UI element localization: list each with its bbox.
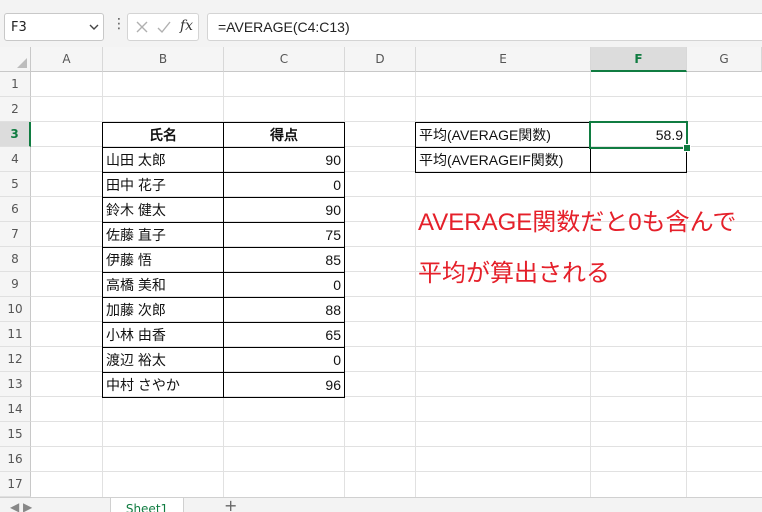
formula-input[interactable]: =AVERAGE(C4:C13) [207,13,762,41]
table-cell-name[interactable]: 高橋 美和 [102,272,224,298]
row-header-13[interactable]: 13 [0,372,31,397]
row-header-1[interactable]: 1 [0,72,31,97]
row-header-11[interactable]: 11 [0,322,31,347]
active-cell-selection[interactable] [589,121,688,149]
table-cell-name[interactable]: 佐藤 直子 [102,222,224,248]
annotation-line-1: AVERAGE関数だと0も含んで [418,209,737,236]
table-cell-name[interactable]: 小林 由香 [102,322,224,348]
table-cell-name[interactable]: 渡辺 裕太 [102,347,224,373]
column-header-d[interactable]: D [345,47,416,72]
table-cell-score[interactable]: 90 [223,147,345,173]
name-box[interactable]: F3 [4,13,104,41]
sheet-tab-bar: ◀ ▶ Sheet1 + [0,497,762,512]
table-cell-name[interactable]: 加藤 次郎 [102,297,224,323]
row-header-10[interactable]: 10 [0,297,31,322]
table-cell-score[interactable]: 90 [223,197,345,223]
sheet-tab[interactable]: Sheet1 [110,498,184,512]
row-header-5[interactable]: 5 [0,172,31,197]
row-header-7[interactable]: 7 [0,222,31,247]
row-header-14[interactable]: 14 [0,397,31,422]
cancel-icon[interactable] [134,19,150,35]
row-header-16[interactable]: 16 [0,447,31,472]
column-header-c[interactable]: C [224,47,345,72]
row-header-12[interactable]: 12 [0,347,31,372]
row-header-15[interactable]: 15 [0,422,31,447]
row-header-17[interactable]: 17 [0,472,31,497]
summary-label-average[interactable]: 平均(AVERAGE関数) [415,122,591,148]
table-cell-name[interactable]: 山田 太郎 [102,147,224,173]
table-cell-score[interactable]: 0 [223,172,345,198]
column-header-b[interactable]: B [103,47,224,72]
row-header-8[interactable]: 8 [0,247,31,272]
annotation-line-2: 平均が算出される [418,260,610,287]
table-cell-score[interactable]: 88 [223,297,345,323]
table-cell-score[interactable]: 65 [223,322,345,348]
more-icon[interactable]: ⋮ [112,17,126,31]
table-cell-name[interactable]: 鈴木 健太 [102,197,224,223]
row-header-9[interactable]: 9 [0,272,31,297]
summary-label-averageif[interactable]: 平均(AVERAGEIF関数) [415,147,591,173]
fill-handle[interactable] [683,144,691,152]
cell-area[interactable]: 氏名 得点 山田 太郎 90 田中 花子 0 鈴木 健太 90 佐藤 直子 75… [31,72,762,497]
select-all-corner[interactable] [0,47,31,72]
table-cell-score[interactable]: 0 [223,347,345,373]
table-cell-score[interactable]: 75 [223,222,345,248]
formula-buttons: fx [127,13,199,41]
table-cell-score[interactable]: 0 [223,272,345,298]
spreadsheet-grid: A B C D E F G 1 2 3 4 5 6 7 8 9 10 11 12… [0,47,762,497]
table-header-score[interactable]: 得点 [223,122,345,148]
row-header-2[interactable]: 2 [0,97,31,122]
summary-value-averageif[interactable] [590,147,687,173]
row-header-4[interactable]: 4 [0,147,31,172]
add-sheet-icon[interactable]: + [224,498,237,512]
column-header-f[interactable]: F [591,47,687,72]
table-cell-score[interactable]: 85 [223,247,345,273]
function-icon[interactable]: fx [180,18,193,34]
sheet-nav-icon[interactable]: ◀ ▶ [10,500,32,512]
formula-bar: F3 ⋮ fx =AVERAGE(C4:C13) [0,0,762,47]
table-cell-name[interactable]: 伊藤 悟 [102,247,224,273]
column-header-a[interactable]: A [31,47,103,72]
name-box-value[interactable]: F3 [11,20,27,35]
table-cell-name[interactable]: 中村 さやか [102,372,224,398]
row-header-6[interactable]: 6 [0,197,31,222]
chevron-down-icon[interactable] [89,22,99,32]
row-header-3[interactable]: 3 [0,122,31,147]
table-cell-name[interactable]: 田中 花子 [102,172,224,198]
column-header-e[interactable]: E [416,47,591,72]
table-cell-score[interactable]: 96 [223,372,345,398]
formula-text[interactable]: =AVERAGE(C4:C13) [218,19,350,35]
table-header-name[interactable]: 氏名 [102,122,224,148]
column-header-g[interactable]: G [687,47,762,72]
confirm-icon[interactable] [156,19,172,35]
